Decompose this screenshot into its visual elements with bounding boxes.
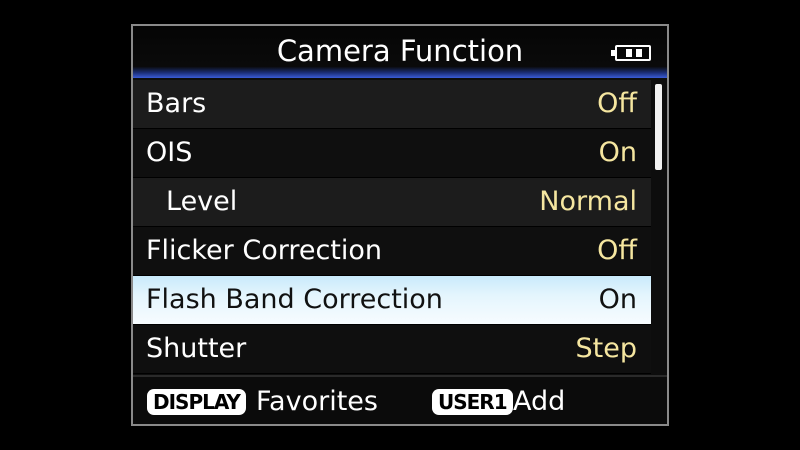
menu-item-label: Shutter [146, 333, 247, 364]
menu-title: Camera Function [276, 34, 524, 68]
menu-list: Bars Off OIS On Level Normal Flicker Cor… [133, 80, 651, 374]
menu-item-label: Bars [146, 88, 207, 119]
menu-item-value: On [598, 137, 637, 168]
menu-item-label: Flash Band Correction [146, 284, 443, 315]
display-key-badge[interactable]: DISPLAY [147, 389, 246, 415]
menu-item-ois[interactable]: OIS On [133, 129, 651, 178]
menu-item-label: OIS [146, 137, 193, 168]
menu-item-shutter[interactable]: Shutter Step [133, 325, 651, 374]
menu-header: Camera Function [133, 26, 667, 78]
menu-item-value: Off [597, 88, 637, 119]
user1-key-badge[interactable]: USER1 [432, 389, 513, 415]
menu-item-flash-band-correction[interactable]: Flash Band Correction On [133, 276, 651, 325]
user1-key-action: Add [513, 386, 566, 417]
battery-bar [626, 49, 632, 57]
menu-item-label: Flicker Correction [146, 235, 383, 266]
camera-menu-screen: Camera Function Bars Off OIS On Level No… [131, 24, 669, 426]
menu-footer: DISPLAY Favorites USER1 Add [133, 375, 667, 424]
menu-item-flicker-correction[interactable]: Flicker Correction Off [133, 227, 651, 276]
menu-item-value: On [598, 284, 637, 315]
menu-item-label: Level [166, 186, 238, 217]
battery-terminal [611, 50, 615, 56]
menu-item-value: Off [597, 235, 637, 266]
menu-item-level[interactable]: Level Normal [133, 178, 651, 227]
menu-item-value: Normal [539, 186, 637, 217]
battery-icon [611, 45, 651, 61]
menu-item-value: Step [575, 333, 637, 364]
menu-item-bars[interactable]: Bars Off [133, 80, 651, 129]
display-key-action: Favorites [256, 386, 378, 417]
battery-bar [636, 49, 642, 57]
menu-scrollbar[interactable] [651, 80, 667, 374]
scrollbar-thumb[interactable] [655, 84, 662, 170]
